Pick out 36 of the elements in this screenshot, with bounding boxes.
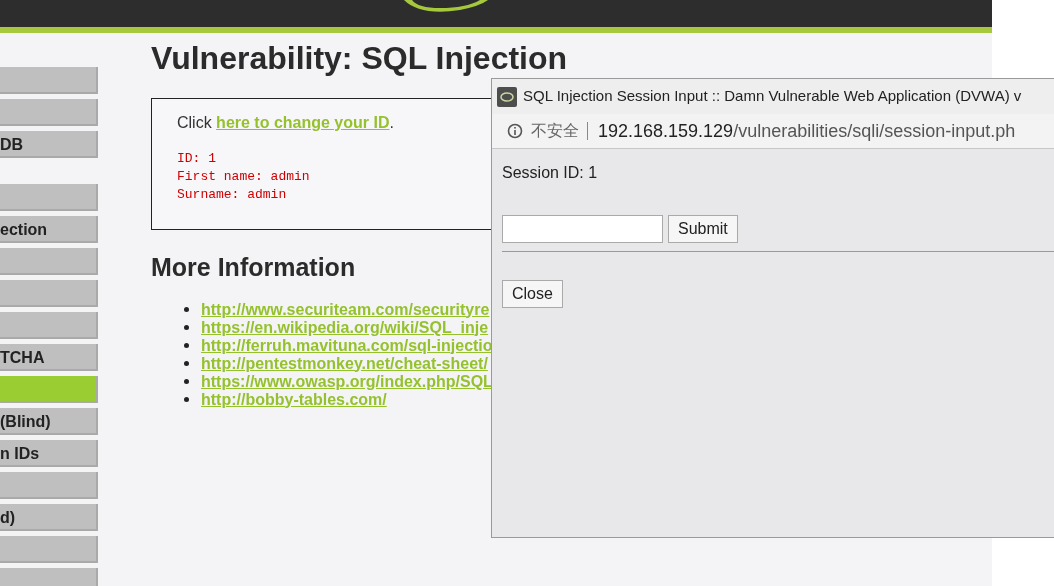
sidebar-item[interactable]: ection — [0, 216, 98, 243]
close-button[interactable]: Close — [502, 280, 563, 308]
result-line: First name: admin — [177, 168, 311, 186]
bullet-icon — [184, 325, 189, 330]
submit-button[interactable]: Submit — [668, 215, 738, 243]
session-input-field[interactable] — [502, 215, 663, 243]
sidebar-item[interactable] — [0, 536, 98, 563]
result-line: ID: 1 — [177, 150, 217, 168]
sidebar-item[interactable] — [0, 184, 98, 211]
sidebar-item[interactable]: TCHA — [0, 344, 98, 371]
bullet-icon — [184, 343, 189, 348]
session-id-text: Session ID: 1 — [502, 163, 599, 183]
sidebar-item[interactable]: d) — [0, 504, 98, 531]
sidebar-item[interactable] — [0, 376, 98, 403]
app-icon — [497, 86, 517, 107]
sidebar-item[interactable] — [0, 472, 98, 499]
bullet-icon — [184, 379, 189, 384]
sidebar-item[interactable] — [0, 67, 98, 94]
bullet-icon — [184, 361, 189, 366]
window-title: SQL Injection Session Input :: Damn Vulnerable Web Application (DVWA) v — [523, 86, 1022, 107]
result-line: Surname: admin — [177, 186, 288, 204]
change-id-text: Click here to change your ID. — [177, 113, 395, 133]
sidebar-item[interactable] — [0, 280, 98, 307]
sidebar-item[interactable]: n IDs — [0, 440, 98, 467]
bullet-icon — [184, 397, 189, 402]
sidebar-item[interactable]: (Blind) — [0, 408, 98, 435]
sidebar-item[interactable] — [0, 312, 98, 339]
security-label: 不安全 — [531, 120, 579, 142]
sidebar-item[interactable]: DB — [0, 131, 98, 158]
sidebar-item[interactable] — [0, 248, 98, 275]
section-heading: More Information — [151, 252, 357, 283]
bullet-icon — [184, 307, 189, 312]
url-text: 192.168.159.129/vulnerabilities/sqli/session-input.ph — [598, 119, 1016, 143]
sidebar-item[interactable] — [0, 99, 98, 126]
info-icon — [507, 123, 523, 139]
page-title: Vulnerability: SQL Injection — [151, 39, 568, 78]
